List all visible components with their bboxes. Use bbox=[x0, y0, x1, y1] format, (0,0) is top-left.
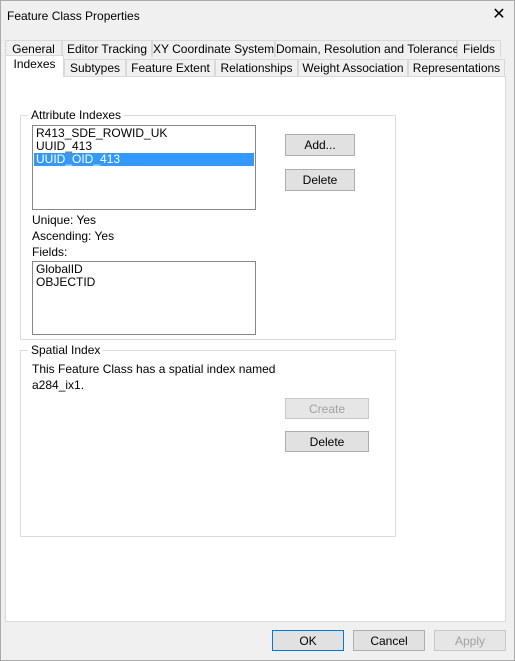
cancel-button[interactable]: Cancel bbox=[353, 630, 425, 651]
attribute-indexes-label: Attribute Indexes bbox=[28, 108, 125, 122]
delete-spatial-index-button[interactable]: Delete bbox=[285, 431, 369, 452]
tab-feature-extent[interactable]: Feature Extent bbox=[126, 59, 215, 76]
add-index-button[interactable]: Add... bbox=[285, 134, 355, 156]
tab-relationships[interactable]: Relationships bbox=[215, 59, 298, 76]
window-title: Feature Class Properties bbox=[7, 9, 140, 23]
fields-label: Fields: bbox=[32, 245, 68, 259]
attribute-index-list[interactable]: R413_SDE_ROWID_UK UUID_413 UUID_OID_413 bbox=[32, 125, 256, 210]
ok-button[interactable]: OK bbox=[272, 630, 344, 651]
indexes-panel: Attribute Indexes R413_SDE_ROWID_UK UUID… bbox=[5, 76, 506, 622]
tab-domain-resolution-tolerance[interactable]: Domain, Resolution and Tolerance bbox=[275, 40, 459, 57]
create-spatial-index-button[interactable]: Create bbox=[285, 398, 369, 419]
apply-button[interactable]: Apply bbox=[434, 630, 506, 651]
fields-list[interactable]: GlobalID OBJECTID bbox=[32, 261, 256, 335]
close-icon[interactable]: ✕ bbox=[490, 4, 508, 24]
delete-index-button[interactable]: Delete bbox=[285, 169, 355, 191]
tab-subtypes[interactable]: Subtypes bbox=[64, 59, 126, 76]
spatial-index-name: a284_ix1. bbox=[32, 378, 85, 392]
tab-indexes[interactable]: Indexes bbox=[5, 55, 64, 77]
tab-xy-coordinate-system[interactable]: XY Coordinate System bbox=[152, 40, 275, 57]
tab-weight-association[interactable]: Weight Association bbox=[298, 59, 408, 76]
list-item[interactable]: OBJECTID bbox=[34, 276, 254, 289]
tab-representations[interactable]: Representations bbox=[408, 59, 505, 76]
list-item-selected[interactable]: UUID_OID_413 bbox=[34, 153, 254, 166]
tab-editor-tracking[interactable]: Editor Tracking bbox=[62, 40, 152, 57]
unique-label: Unique: Yes bbox=[32, 213, 97, 227]
spatial-index-text: This Feature Class has a spatial index n… bbox=[32, 362, 276, 376]
spatial-index-label: Spatial Index bbox=[28, 343, 104, 357]
tab-fields[interactable]: Fields bbox=[457, 40, 501, 57]
ascending-label: Ascending: Yes bbox=[32, 229, 115, 243]
